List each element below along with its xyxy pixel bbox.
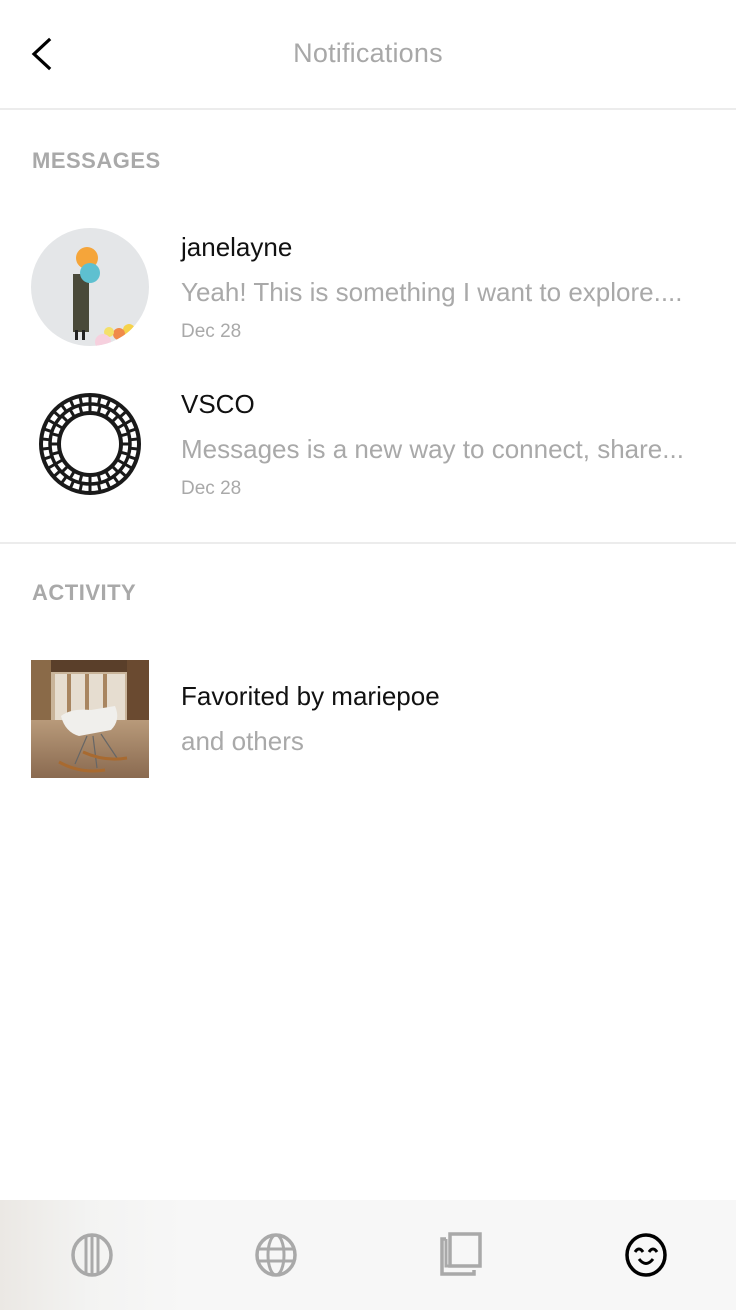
feed-icon: [71, 1233, 113, 1277]
activity-subtitle: and others: [181, 726, 304, 756]
activity-item[interactable]: Favorited by mariepoe and others: [0, 652, 736, 787]
tab-profile[interactable]: [621, 1230, 671, 1280]
globe-icon: [255, 1233, 297, 1277]
vsco-logo-icon: [31, 385, 149, 503]
tab-bar: [0, 1200, 736, 1310]
activity-thumbnail: [31, 660, 149, 778]
message-preview: Yeah! This is something I want to explor…: [181, 277, 683, 307]
message-sender: janelayne: [181, 232, 293, 262]
activity-title: Favorited by mariepoe: [181, 681, 440, 711]
tab-discover[interactable]: [251, 1230, 301, 1280]
tab-feed[interactable]: [67, 1230, 117, 1280]
message-date: Dec 28: [181, 321, 242, 342]
tab-studio[interactable]: [436, 1230, 486, 1280]
studio-icon: [440, 1232, 482, 1276]
message-item[interactable]: VSCO Messages is a new way to connect, s…: [0, 377, 736, 517]
message-preview: Messages is a new way to connect, share.…: [181, 434, 684, 464]
avatar: [31, 228, 149, 346]
section-label-activity: ACTIVITY: [32, 580, 137, 605]
header: Notifications: [0, 0, 736, 110]
message-sender: VSCO: [181, 389, 255, 419]
page-title: Notifications: [293, 38, 443, 68]
message-item[interactable]: janelayne Yeah! This is something I want…: [0, 220, 736, 360]
section-divider: [0, 542, 736, 544]
section-label-messages: MESSAGES: [32, 148, 161, 173]
message-date: Dec 28: [181, 478, 242, 499]
smiley-face-icon: [625, 1233, 667, 1277]
